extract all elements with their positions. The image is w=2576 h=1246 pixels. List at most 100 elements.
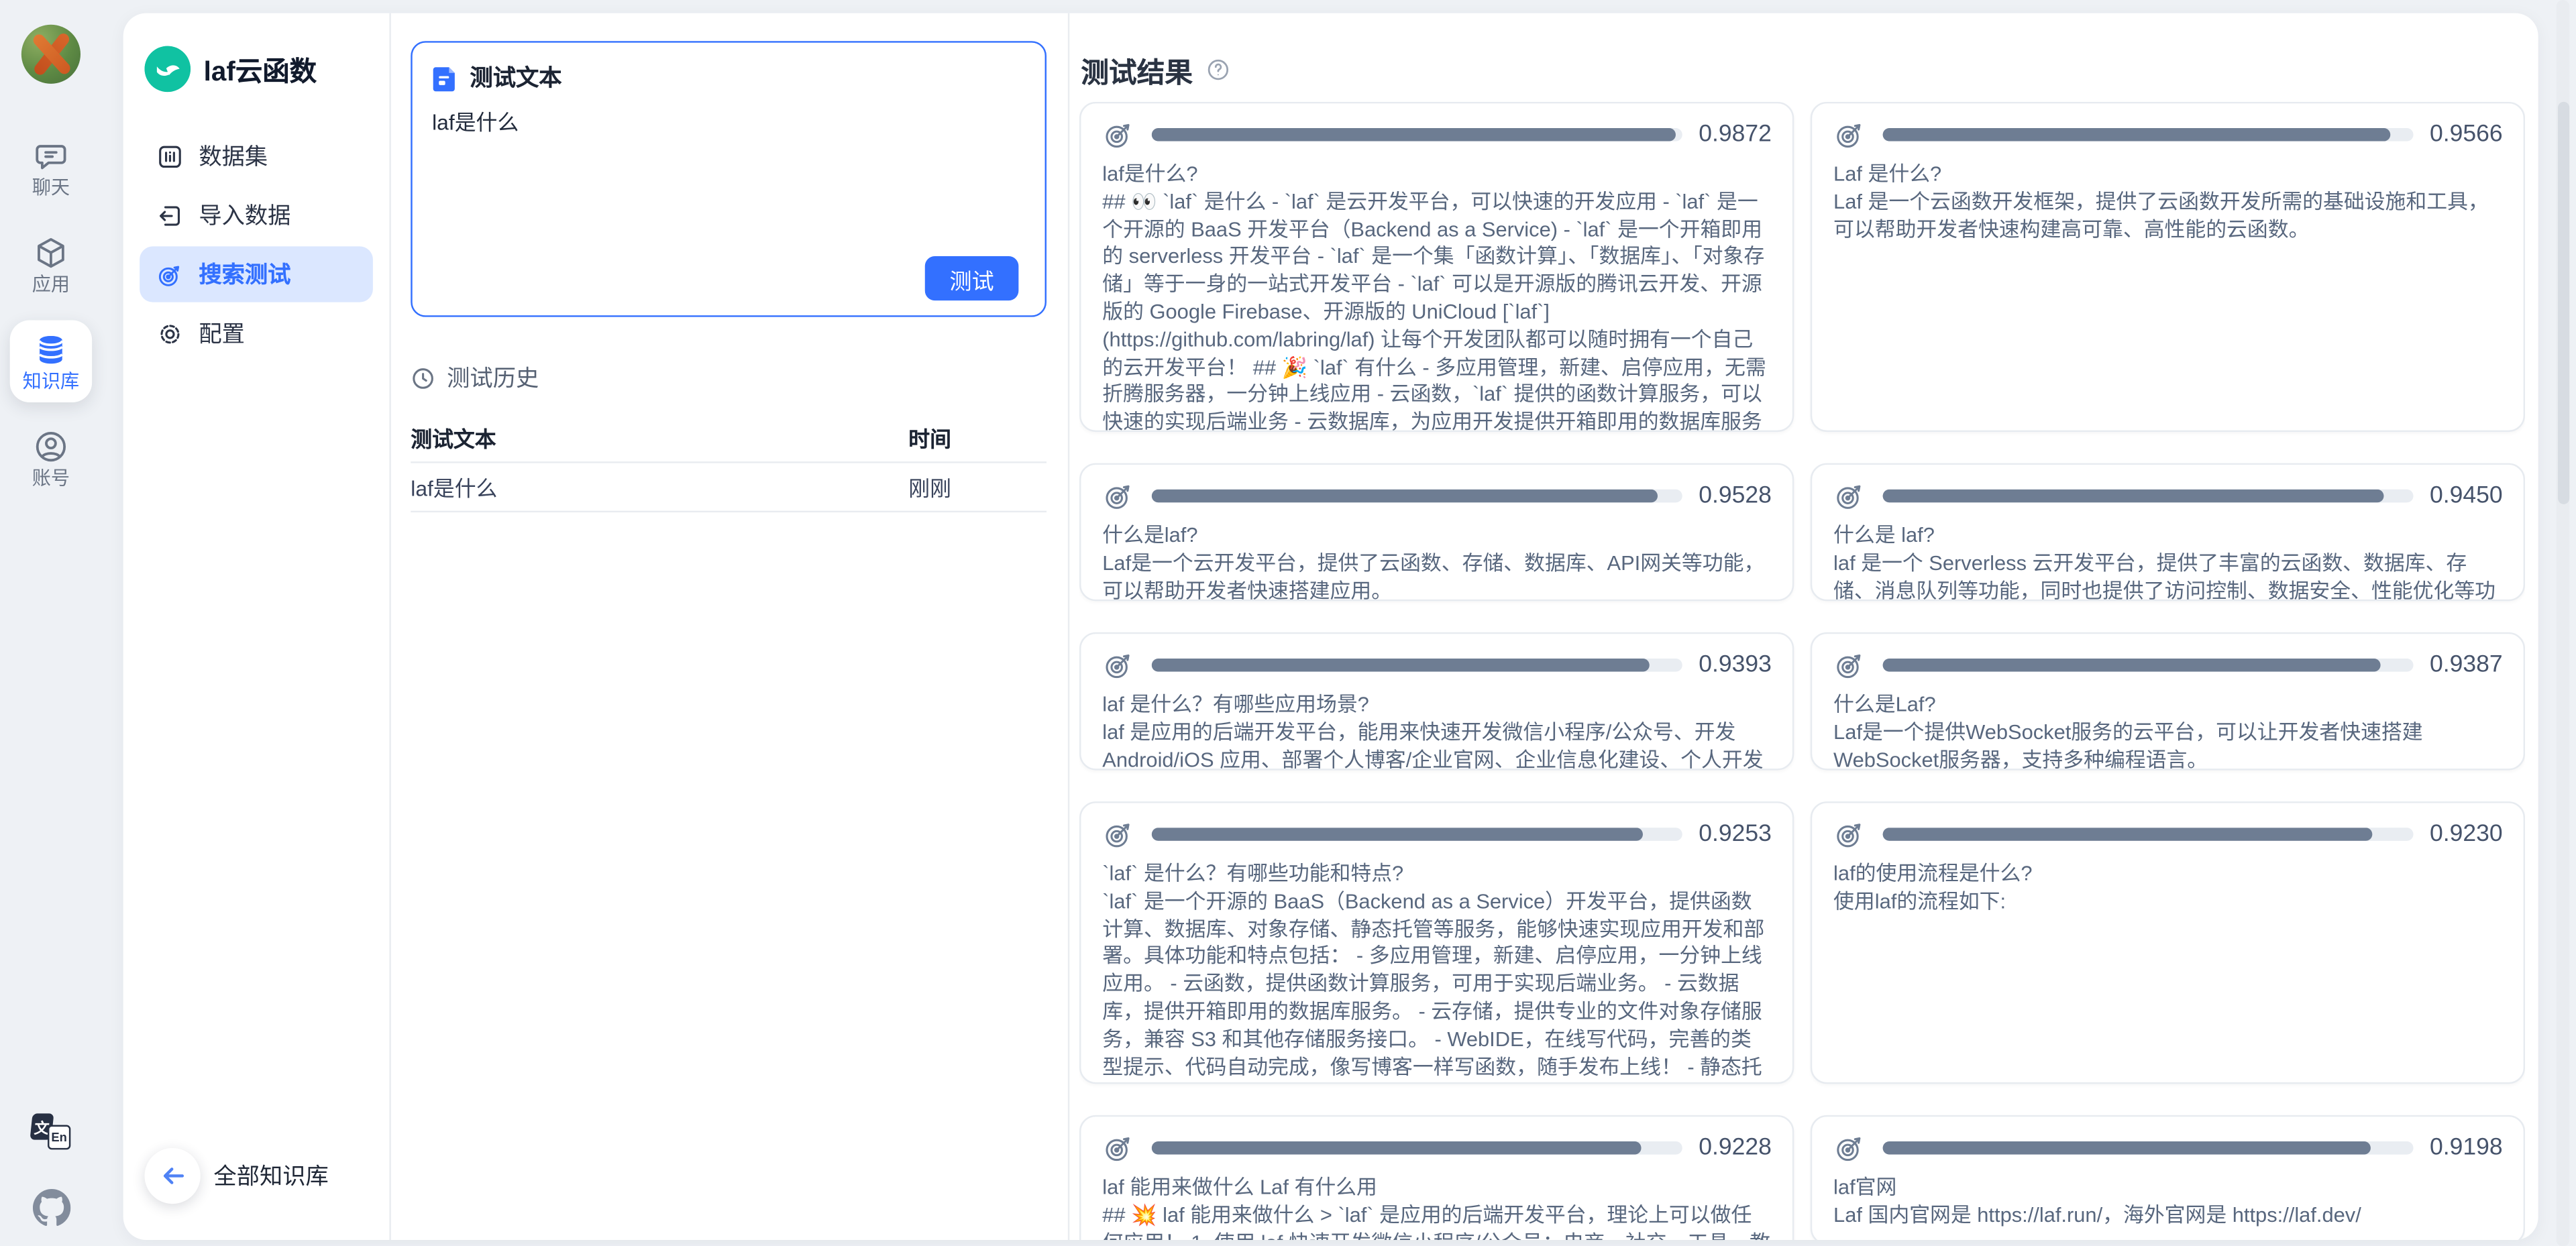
result-answer: laf 是应用的后端开发平台，能用来快速开发微信小程序/公众号、开发 Andro… [1102,719,1771,770]
sidebar-item-label: 导入数据 [199,199,290,231]
test-column: 测试文本 laf是什么 测试 测试历史 测试文本 时间 laf是什么 [391,13,1068,1240]
target-icon [1833,118,1866,151]
score-value: 0.9198 [2430,1135,2502,1161]
score-bar-fill [1883,490,2385,503]
result-card-header: 0.9450 [1833,479,2502,512]
target-icon [1833,648,1866,681]
result-question: laf的使用流程是什么? [1833,860,2502,888]
result-card-header: 0.9566 [1833,118,2502,151]
clock-icon [411,365,435,390]
test-history-header: 测试历史 [411,361,1046,394]
cube-icon [33,235,69,271]
result-answer: laf 是一个 Serverless 云开发平台，提供了丰富的云函数、数据库、存… [1833,550,2502,601]
target-icon [1833,818,1866,851]
page-scrollbar-thumb[interactable] [2557,102,2569,504]
history-col-text: 测试文本 [411,422,908,453]
test-history-table: 测试文本 时间 laf是什么 刚刚 [411,414,1046,512]
score-value: 0.9230 [2430,821,2502,847]
target-icon [1102,818,1135,851]
result-card: 0.9228 laf 能用来做什么 Laf 有什么用 ## 💥 laf 能用来做… [1079,1115,1794,1239]
score-bar-fill [1883,128,2391,141]
score-value: 0.9528 [1699,483,1771,509]
history-row[interactable]: laf是什么 刚刚 [411,461,1046,512]
score-value: 0.9387 [2430,652,2502,678]
score-value: 0.9253 [1699,821,1771,847]
results-panel: 测试结果 0.9872 laf是什么? ## 👀 `laf` 是什么 [1068,13,2538,1240]
score-bar-track [1883,128,2414,141]
rail-nav: 聊天 应用 知识库 [10,127,92,500]
result-question: 什么是Laf? [1833,691,2502,719]
results-header: 测试结果 [1079,49,2525,90]
target-icon [1102,1131,1135,1164]
rail-item-knowledge-base[interactable]: 知识库 [10,321,92,402]
score-bar-track [1883,828,2414,841]
history-col-time: 时间 [908,422,1046,453]
sidebar-item-label: 数据集 [199,139,268,172]
test-text-header: 测试文本 [432,61,1025,94]
github-icon[interactable] [32,1188,70,1226]
main-panel: laf云函数 数据集 导入数据 [123,13,2538,1240]
kb-header: laf云函数 [140,46,373,93]
score-value: 0.9393 [1699,652,1771,678]
rail-item-label: 应用 [32,276,70,295]
result-question: 什么是 laf? [1833,522,2502,550]
kb-sidebar: laf云函数 数据集 导入数据 [123,13,391,1240]
score-bar-fill [1152,490,1658,503]
kb-title: laf云函数 [204,49,317,89]
result-question: laf 是什么？有哪些应用场景? [1102,691,1771,719]
app-window: 聊天 应用 知识库 [0,0,2576,1246]
left-rail: 聊天 应用 知识库 [0,0,102,1246]
score-bar-fill [1152,659,1650,672]
translate-en-badge: En [48,1125,70,1149]
sidebar-item-dataset[interactable]: 数据集 [140,128,373,184]
rail-item-chat[interactable]: 聊天 [10,127,92,209]
test-text-input[interactable]: laf是什么 [432,109,1025,223]
rail-item-apps[interactable]: 应用 [10,223,92,305]
score-bar-track [1883,659,2414,672]
results-title: 测试结果 [1081,49,1193,90]
result-card: 0.9230 laf的使用流程是什么? 使用laf的流程如下: [1811,801,2525,1084]
target-icon [1833,1131,1866,1164]
sidebar-item-search-test[interactable]: 搜索测试 [140,246,373,302]
result-card: 0.9253 `laf` 是什么？有哪些功能和特点? `laf` 是一个开源的 … [1079,801,1794,1084]
rail-item-label: 账号 [32,469,70,489]
score-bar-fill [1883,828,2373,841]
result-answer: `laf` 是一个开源的 BaaS（Backend as a Service）开… [1102,888,1771,1084]
result-answer: Laf是一个提供WebSocket服务的云平台，可以让开发者快速搭建WebSoc… [1833,719,2502,770]
avatar[interactable] [21,25,80,84]
test-text-box[interactable]: 测试文本 laf是什么 测试 [411,41,1046,317]
test-history-title: 测试历史 [447,361,539,394]
result-card-header: 0.9228 [1102,1131,1771,1164]
database-icon [33,332,69,368]
result-card-header: 0.9528 [1102,479,1771,512]
result-question: `laf` 是什么？有哪些功能和特点? [1102,860,1771,888]
results-grid: 0.9872 laf是什么? ## 👀 `laf` 是什么 - `laf` 是云… [1079,102,2525,1239]
sidebar-item-import-data[interactable]: 导入数据 [140,187,373,243]
rail-bottom: 文 En [0,1113,102,1227]
history-row-time: 刚刚 [908,471,1046,503]
result-card: 0.9393 laf 是什么？有哪些应用场景? laf 是应用的后端开发平台，能… [1079,632,1794,771]
history-header-row: 测试文本 时间 [411,414,1046,461]
help-icon[interactable] [1206,58,1231,82]
language-switch-icon[interactable]: 文 En [32,1113,71,1149]
dataset-icon [156,142,184,170]
back-to-kb-list-button[interactable] [145,1147,201,1203]
result-card: 0.9566 Laf 是什么? Laf 是一个云函数开发框架，提供了云函数开发所… [1811,102,2525,432]
rail-item-label: 聊天 [32,179,70,199]
score-bar-fill [1152,1141,1642,1155]
result-card-header: 0.9230 [1833,818,2502,851]
result-question: laf是什么? [1102,161,1771,188]
score-bar-fill [1152,128,1676,141]
run-test-button[interactable]: 测试 [925,256,1019,300]
target-icon [156,260,184,288]
result-card: 0.9450 什么是 laf? laf 是一个 Serverless 云开发平台… [1811,463,2525,602]
result-answer: Laf 国内官网是 https://laf.run/，海外官网是 https:/… [1833,1202,2502,1229]
result-question: laf官网 [1833,1174,2502,1202]
kb-logo-icon [145,46,191,93]
sidebar-item-config[interactable]: 配置 [140,306,373,361]
result-card: 0.9528 什么是laf? Laf是一个云开发平台，提供了云函数、存储、数据库… [1079,463,1794,602]
score-bar-fill [1883,1141,2371,1155]
rail-item-account[interactable]: 账号 [10,417,92,499]
result-card-header: 0.9872 [1102,118,1771,151]
score-bar-track [1152,128,1682,141]
